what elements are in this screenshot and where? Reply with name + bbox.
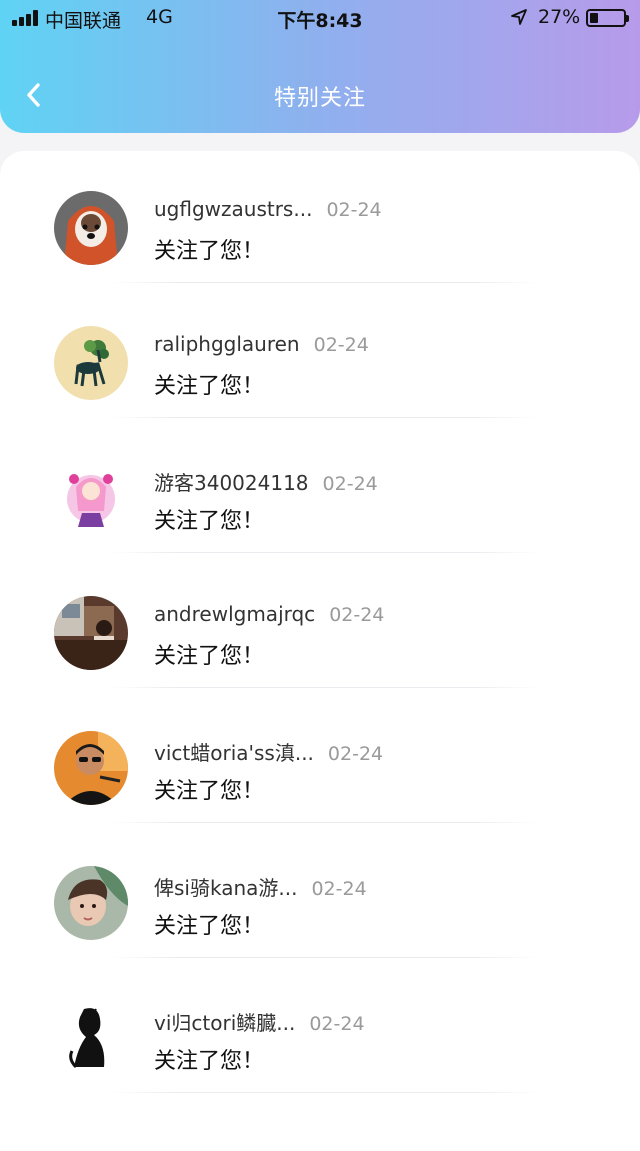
avatar[interactable] [54, 461, 128, 535]
notification-list: ugflgwzaustrs... 02-24 关注了您！ raliphgglaur… [0, 151, 640, 1151]
user-name[interactable]: vict蜡oria'ss滇... [154, 741, 314, 765]
divider [110, 687, 540, 688]
location-arrow-icon [511, 9, 527, 25]
notification-message: 关注了您！ [154, 1049, 265, 1074]
notification-message: 关注了您！ [154, 779, 265, 804]
deer-avatar-image [54, 326, 128, 400]
divider [110, 822, 540, 823]
notification-date: 02-24 [327, 743, 384, 765]
notification-date: 02-24 [313, 334, 369, 356]
dog-avatar-image [54, 191, 128, 265]
user-name[interactable]: vi归ctori鳞臓... [154, 1011, 295, 1035]
list-item[interactable]: andrewlgmajrqc 02-24 关注了您！ [0, 556, 640, 691]
notification-message: 关注了您！ [154, 239, 265, 264]
man-sunglasses-avatar-image [54, 731, 128, 805]
page-title: 特别关注 [273, 86, 366, 111]
user-name[interactable]: ugflgwzaustrs... [154, 197, 312, 221]
notification-date: 02-24 [329, 604, 385, 626]
avatar[interactable] [54, 326, 128, 400]
list-item[interactable]: vict蜡oria'ss滇... 02-24 关注了您！ [0, 691, 640, 826]
battery-icon [586, 9, 629, 27]
name-row: raliphgglauren 02-24 [154, 332, 369, 356]
header-bar: 中国联通 4G 下午8:43 27% 特别关注 [0, 0, 640, 133]
ink-figure-avatar-image [54, 1001, 128, 1075]
battery-fill [590, 13, 598, 23]
divider [110, 957, 540, 958]
list-item[interactable]: 游客340024118 02-24 关注了您！ [0, 421, 640, 556]
battery-percent: 27% [538, 6, 581, 28]
divider [110, 417, 540, 418]
notification-message: 关注了您！ [154, 644, 265, 669]
avatar[interactable] [54, 731, 128, 805]
user-name[interactable]: andrewlgmajrqc [154, 602, 315, 626]
list-item[interactable]: ugflgwzaustrs... 02-24 关注了您！ [0, 151, 640, 286]
list-item[interactable]: vi归ctori鳞臓... 02-24 关注了您！ [0, 961, 640, 1096]
list-item[interactable]: 俾si骑kana游... 02-24 关注了您！ [0, 826, 640, 961]
notification-message: 关注了您！ [154, 509, 265, 534]
name-row: ugflgwzaustrs... 02-24 [154, 197, 382, 221]
avatar[interactable] [54, 191, 128, 265]
name-row: andrewlgmajrqc 02-24 [154, 602, 384, 626]
notification-message: 关注了您！ [154, 914, 265, 939]
name-row: 俾si骑kana游... 02-24 [154, 872, 367, 901]
avatar[interactable] [54, 596, 128, 670]
user-name[interactable]: raliphgglauren [154, 332, 300, 356]
user-name[interactable]: 游客340024118 [154, 471, 309, 495]
avatar[interactable] [54, 866, 128, 940]
notification-date: 02-24 [326, 199, 382, 221]
notification-date: 02-24 [311, 878, 367, 900]
room-photo-avatar-image [54, 596, 128, 670]
list-item[interactable]: raliphgglauren 02-24 关注了您！ [0, 286, 640, 421]
divider [110, 1092, 540, 1093]
name-row: 游客340024118 02-24 [154, 467, 378, 496]
user-name[interactable]: 俾si骑kana游... [154, 876, 297, 900]
notification-date: 02-24 [322, 473, 378, 495]
name-row: vict蜡oria'ss滇... 02-24 [154, 737, 383, 766]
girl-portrait-avatar-image [54, 866, 128, 940]
divider [110, 552, 540, 553]
status-bar: 中国联通 4G 下午8:43 27% [0, 0, 640, 36]
name-row: vi归ctori鳞臓... 02-24 [154, 1007, 365, 1036]
anime-girl-avatar-image [54, 461, 128, 535]
avatar[interactable] [54, 1001, 128, 1075]
notification-date: 02-24 [309, 1013, 365, 1035]
notification-message: 关注了您！ [154, 374, 265, 399]
divider [110, 282, 540, 283]
